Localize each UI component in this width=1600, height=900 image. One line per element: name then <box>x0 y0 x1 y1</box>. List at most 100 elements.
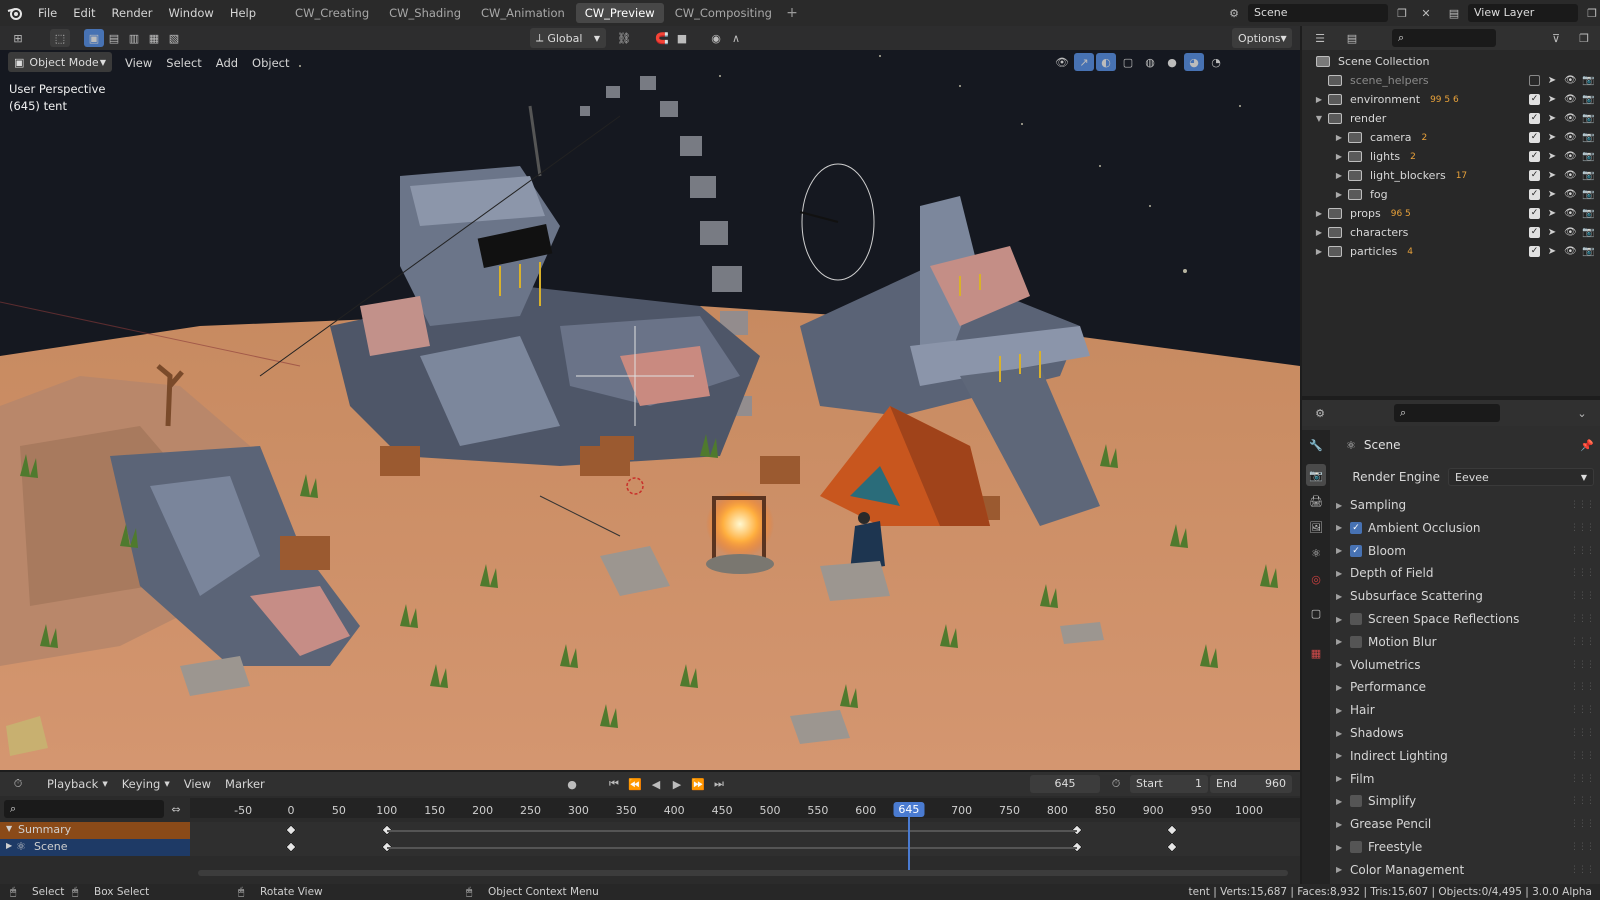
scene-selector[interactable]: Scene <box>1248 4 1388 22</box>
viewport-menu-view[interactable]: View <box>118 54 159 72</box>
expand-arrow-icon[interactable]: ▶ <box>1302 95 1328 104</box>
selectable-icon[interactable]: ➤ <box>1546 132 1558 143</box>
drag-grip-icon[interactable]: ⋮⋮⋮ <box>1570 796 1595 806</box>
render-camera-icon[interactable]: 📷 <box>1582 227 1594 238</box>
panel-simplify[interactable]: ▶ Simplify ⋮⋮⋮ <box>1336 790 1598 812</box>
select-new-icon[interactable]: ▣ <box>84 29 104 47</box>
object-mode-dropdown[interactable]: ▣ Object Mode ▼ <box>8 52 112 72</box>
exclude-checkbox[interactable]: ✓ <box>1529 227 1540 238</box>
selectable-icon[interactable]: ➤ <box>1546 75 1558 86</box>
expand-arrow-icon[interactable]: ▶ <box>1336 546 1350 555</box>
scene-channel[interactable]: ▶ ⚛ Scene <box>0 839 190 856</box>
panel-shadows[interactable]: ▶ Shadows ⋮⋮⋮ <box>1336 722 1598 744</box>
expand-arrow-icon[interactable]: ▶ <box>1336 774 1350 783</box>
editor-type-icon[interactable]: ⚙ <box>1310 404 1330 422</box>
panel-freestyle[interactable]: ▶ Freestyle ⋮⋮⋮ <box>1336 836 1598 858</box>
pin-icon[interactable]: 📌 <box>1580 439 1594 452</box>
visibility-eye-icon[interactable]: 👁 <box>1564 170 1577 181</box>
new-scene-icon[interactable]: ❐ <box>1392 4 1412 22</box>
scene-tab-icon[interactable]: ⚛ <box>1306 542 1326 564</box>
delete-scene-icon[interactable]: ✕ <box>1416 4 1436 22</box>
expand-arrow-icon[interactable]: ▶ <box>1302 247 1328 256</box>
outliner-search-input[interactable]: ⌕ <box>1392 29 1496 47</box>
expand-arrow-icon[interactable]: ▶ <box>1336 843 1350 852</box>
menu-edit[interactable]: Edit <box>65 0 103 26</box>
output-tab-icon[interactable]: 🖨 <box>1306 490 1326 512</box>
next-keyframe-icon[interactable]: ⏩ <box>688 775 708 793</box>
visibility-eye-icon[interactable]: 👁 <box>1564 227 1577 238</box>
panel-performance[interactable]: ▶ Performance ⋮⋮⋮ <box>1336 676 1598 698</box>
exclude-checkbox[interactable]: ✓ <box>1529 208 1540 219</box>
editor-type-icon[interactable]: ☰ <box>1310 29 1330 47</box>
jump-end-icon[interactable]: ⏭ <box>709 775 729 793</box>
visibility-eye-icon[interactable]: 👁 <box>1564 208 1577 219</box>
transform-orientation-dropdown[interactable]: ⟂ Global ▼ <box>530 28 606 48</box>
render-camera-icon[interactable]: 📷 <box>1582 208 1594 219</box>
expand-arrow-icon[interactable]: ▶ <box>1336 751 1350 760</box>
jump-start-icon[interactable]: ⏮ <box>604 775 624 793</box>
gizmo-icon[interactable]: ↗ <box>1074 53 1094 71</box>
start-frame-field[interactable]: Start 1 <box>1130 775 1208 793</box>
panel-volumetrics[interactable]: ▶ Volumetrics ⋮⋮⋮ <box>1336 654 1598 676</box>
selectable-icon[interactable]: ➤ <box>1546 94 1558 105</box>
expand-arrow-icon[interactable]: ▶ <box>1336 820 1350 829</box>
outliner-row-props[interactable]: ▶ props 96 5 ✓ ➤ 👁 📷 <box>1302 204 1600 223</box>
workspace-tab-cw-compositing[interactable]: CW_Compositing <box>666 3 781 23</box>
drag-grip-icon[interactable]: ⋮⋮⋮ <box>1570 682 1595 692</box>
chevron-down-icon[interactable]: ⌄ <box>1572 404 1592 422</box>
swap-icon[interactable]: ⇔ <box>166 800 186 818</box>
expand-arrow-icon[interactable]: ▶ <box>1336 501 1350 510</box>
render-camera-icon[interactable]: 📷 <box>1582 170 1594 181</box>
expand-arrow-icon[interactable]: ▶ <box>1336 797 1350 806</box>
options-dropdown[interactable]: Options ▼ <box>1232 28 1292 48</box>
timeline-menu-playback[interactable]: Playback ▼ <box>40 774 115 794</box>
expand-arrow-icon[interactable]: ▶ <box>1336 615 1350 624</box>
visibility-eye-icon[interactable]: 👁 <box>1564 151 1577 162</box>
current-frame-marker[interactable]: 645 <box>893 802 925 817</box>
expand-arrow-icon[interactable]: ▶ <box>1336 523 1350 532</box>
current-frame-field[interactable]: 645 <box>1030 775 1100 793</box>
scene-collection-row[interactable]: Scene Collection <box>1302 52 1600 71</box>
panel-film[interactable]: ▶ Film ⋮⋮⋮ <box>1336 768 1598 790</box>
panel-enable-checkbox[interactable] <box>1350 795 1362 808</box>
play-icon[interactable]: ▶ <box>667 775 687 793</box>
visibility-eye-icon[interactable]: 👁 <box>1564 246 1577 257</box>
panel-screen-space-reflections[interactable]: ▶ Screen Space Reflections ⋮⋮⋮ <box>1336 608 1598 630</box>
visibility-eye-icon[interactable]: 👁 <box>1564 75 1577 86</box>
outliner-row-render[interactable]: ▼ render ✓ ➤ 👁 📷 <box>1302 109 1600 128</box>
render-camera-icon[interactable]: 📷 <box>1582 94 1594 105</box>
panel-subsurface-scattering[interactable]: ▶ Subsurface Scattering ⋮⋮⋮ <box>1336 585 1598 607</box>
drag-grip-icon[interactable]: ⋮⋮⋮ <box>1570 705 1595 715</box>
timeline-search-input[interactable]: ⌕ <box>4 800 164 818</box>
drag-grip-icon[interactable]: ⋮⋮⋮ <box>1570 523 1595 533</box>
summary-channel[interactable]: ▼ Summary <box>0 822 190 839</box>
viewport-menu-object[interactable]: Object <box>245 54 296 72</box>
drag-grip-icon[interactable]: ⋮⋮⋮ <box>1570 751 1595 761</box>
frame-ruler[interactable] <box>190 798 1300 818</box>
material-preview-icon[interactable]: ◕ <box>1184 53 1204 71</box>
menu-window[interactable]: Window <box>160 0 221 26</box>
expand-arrow-icon[interactable]: ▶ <box>1336 865 1350 874</box>
expand-arrow-icon[interactable]: ▶ <box>1302 133 1348 142</box>
workspace-tab-cw-preview[interactable]: CW_Preview <box>575 3 664 23</box>
render-engine-dropdown[interactable]: Eevee ▼ <box>1448 468 1594 486</box>
select-invert-icon[interactable]: ▦ <box>144 29 164 47</box>
expand-arrow-icon[interactable]: ▶ <box>1302 209 1328 218</box>
menu-file[interactable]: File <box>30 0 65 26</box>
drag-grip-icon[interactable]: ⋮⋮⋮ <box>1570 819 1595 829</box>
exclude-checkbox[interactable]: ✓ <box>1529 170 1540 181</box>
keyframe-area[interactable] <box>190 822 1300 856</box>
selectable-icon[interactable]: ➤ <box>1546 189 1558 200</box>
exclude-checkbox[interactable]: ✓ <box>1529 94 1540 105</box>
selectable-icon[interactable]: ➤ <box>1546 151 1558 162</box>
timeline-menu-keying[interactable]: Keying ▼ <box>115 774 177 794</box>
expand-arrow-icon[interactable]: ▶ <box>1336 592 1350 601</box>
expand-arrow-icon[interactable]: ▶ <box>1336 706 1350 715</box>
expand-arrow-icon[interactable]: ▶ <box>1336 729 1350 738</box>
end-frame-field[interactable]: End 960 <box>1210 775 1292 793</box>
play-reverse-icon[interactable]: ◀ <box>646 775 666 793</box>
solid-shading-icon[interactable]: ● <box>1162 53 1182 71</box>
view-layer-selector[interactable]: View Layer <box>1468 4 1578 22</box>
timeline-scrollbar[interactable] <box>198 870 1288 876</box>
snap-target-icon[interactable]: ■ <box>672 29 692 47</box>
